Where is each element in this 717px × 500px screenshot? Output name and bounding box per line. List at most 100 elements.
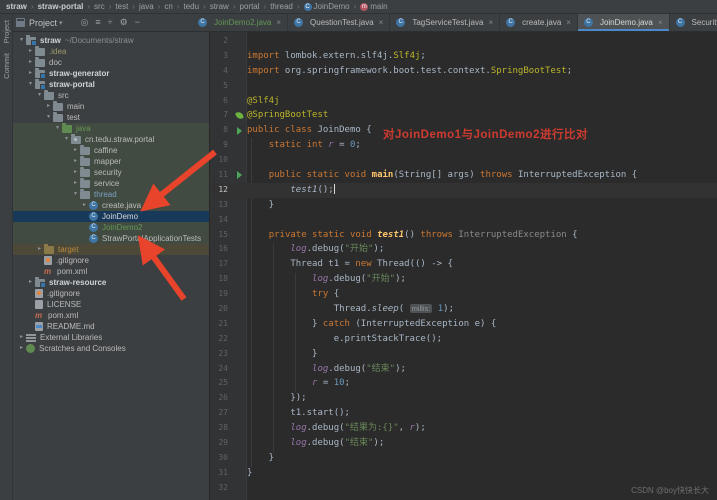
chevron-expanded-icon[interactable]: ▾ xyxy=(26,79,35,90)
chevron-collapsed-icon[interactable]: ▸ xyxy=(71,156,80,167)
chevron-collapsed-icon[interactable]: ▸ xyxy=(26,68,35,79)
code-line-16[interactable]: 16 log.debug("开始"); xyxy=(210,242,717,257)
tree-item-straw-resource[interactable]: ▸straw-resource xyxy=(13,277,209,288)
code-line-18[interactable]: 18 log.debug("开始"); xyxy=(210,272,717,287)
chevron-expanded-icon[interactable]: ▾ xyxy=(71,189,80,200)
close-icon[interactable]: × xyxy=(566,18,571,27)
chevron-collapsed-icon[interactable]: ▸ xyxy=(26,46,35,57)
chevron-expanded-icon[interactable]: ▾ xyxy=(44,112,53,123)
chevron-collapsed-icon[interactable]: ▸ xyxy=(71,167,80,178)
close-icon[interactable]: × xyxy=(658,18,663,27)
code-line-22[interactable]: 22 e.printStackTrace(); xyxy=(210,332,717,347)
chevron-expanded-icon[interactable]: ▾ xyxy=(17,35,26,46)
tree-item-mapper[interactable]: ▸mapper xyxy=(13,156,209,167)
run-triangle-icon[interactable] xyxy=(237,171,242,179)
breadcrumb-item-portal[interactable]: portal xyxy=(240,2,260,11)
code-line-26[interactable]: 26 }); xyxy=(210,391,717,406)
code-line-30[interactable]: 30 } xyxy=(210,451,717,466)
code-line-23[interactable]: 23 } xyxy=(210,347,717,362)
code-line-24[interactable]: 24 log.debug("结束"); xyxy=(210,362,717,377)
code-line-11[interactable]: 11 public static void main(String[] args… xyxy=(210,168,717,183)
tree-item-doc[interactable]: ▸doc xyxy=(13,57,209,68)
chevron-down-icon[interactable]: ▾ xyxy=(59,19,63,27)
expand-all-icon[interactable]: ≡ xyxy=(95,17,100,28)
close-icon[interactable]: × xyxy=(488,18,493,27)
breadcrumb-item-src[interactable]: src xyxy=(94,2,105,11)
code-line-13[interactable]: 13 } xyxy=(210,198,717,213)
tree-item-cn.tedu.straw.portal[interactable]: ▾cn.tedu.straw.portal xyxy=(13,134,209,145)
tree-item-JoinDemo2[interactable]: JoinDemo2 xyxy=(13,222,209,233)
chevron-collapsed-icon[interactable]: ▸ xyxy=(80,200,89,211)
breadcrumb-item-straw[interactable]: straw xyxy=(6,2,27,11)
tree-item-JoinDemo[interactable]: JoinDemo xyxy=(13,211,209,222)
run-icon[interactable] xyxy=(232,123,247,138)
code-line-10[interactable]: 10 xyxy=(210,153,717,168)
breadcrumb-item-test[interactable]: test xyxy=(115,2,128,11)
chevron-collapsed-icon[interactable]: ▸ xyxy=(35,244,44,255)
code-line-19[interactable]: 19 try { xyxy=(210,287,717,302)
tab-JoinDemo.java[interactable]: JoinDemo.java× xyxy=(578,14,670,31)
tree-item-LICENSE[interactable]: LICENSE xyxy=(13,299,209,310)
hide-icon[interactable]: − xyxy=(135,17,140,28)
tab-QuestionTest.java[interactable]: QuestionTest.java× xyxy=(288,14,390,31)
code-line-20[interactable]: 20 Thread.sleep( millis: 1); xyxy=(210,302,717,317)
tree-item-README.md[interactable]: README.md xyxy=(13,321,209,332)
code-line-25[interactable]: 25 r = 10; xyxy=(210,376,717,391)
code-line-12[interactable]: 12 test1(); xyxy=(210,183,717,198)
code-line-15[interactable]: 15 private static void test1() throws In… xyxy=(210,228,717,243)
tree-item-ScratchesandConsoles[interactable]: ▸Scratches and Consoles xyxy=(13,343,209,354)
code-editor[interactable]: 23import lombok.extern.slf4j.Slf4j;4impo… xyxy=(210,32,717,500)
code-line-3[interactable]: 3import lombok.extern.slf4j.Slf4j; xyxy=(210,49,717,64)
breadcrumb-item-java[interactable]: java xyxy=(139,2,154,11)
code-line-6[interactable]: 6@Slf4j xyxy=(210,94,717,109)
chevron-collapsed-icon[interactable]: ▸ xyxy=(71,178,80,189)
tree-item-ExternalLibraries[interactable]: ▸External Libraries xyxy=(13,332,209,343)
tree-item-StrawPortalApplicationTests[interactable]: StrawPortalApplicationTests xyxy=(13,233,209,244)
tree-item-service[interactable]: ▸service xyxy=(13,178,209,189)
tree-item-straw-generator[interactable]: ▸straw-generator xyxy=(13,68,209,79)
tree-item-straw[interactable]: ▾straw~/Documents/straw xyxy=(13,35,209,46)
project-tool-title[interactable]: Project xyxy=(29,18,57,28)
tab-TagServiceTest.java[interactable]: TagServiceTest.java× xyxy=(390,14,500,31)
breadcrumb-item-tedu[interactable]: tedu xyxy=(183,2,199,11)
code-line-17[interactable]: 17 Thread t1 = new Thread(() -> { xyxy=(210,257,717,272)
close-icon[interactable]: × xyxy=(276,18,281,27)
code-line-7[interactable]: 7@SpringBootTest xyxy=(210,108,717,123)
breadcrumb-item-main[interactable]: mmain xyxy=(360,2,387,11)
tree-item-thread[interactable]: ▾thread xyxy=(13,189,209,200)
breadcrumb-item-straw-portal[interactable]: straw-portal xyxy=(38,2,84,11)
tree-item-create.java[interactable]: ▸create.java xyxy=(13,200,209,211)
breadcrumb-item-cn[interactable]: cn xyxy=(164,2,172,11)
chevron-collapsed-icon[interactable]: ▸ xyxy=(26,277,35,288)
code-line-29[interactable]: 29 log.debug("结束"); xyxy=(210,436,717,451)
code-line-31[interactable]: 31} xyxy=(210,466,717,481)
chevron-collapsed-icon[interactable]: ▸ xyxy=(26,57,35,68)
tool-stripe-project[interactable]: Project xyxy=(2,20,11,43)
tree-item-caffine[interactable]: ▸caffine xyxy=(13,145,209,156)
tree-item-straw-portal[interactable]: ▾straw-portal xyxy=(13,79,209,90)
tree-item-test[interactable]: ▾test xyxy=(13,112,209,123)
tree-item-src[interactable]: ▾src xyxy=(13,90,209,101)
code-line-4[interactable]: 4import org.springframework.boot.test.co… xyxy=(210,64,717,79)
chevron-expanded-icon[interactable]: ▾ xyxy=(53,123,62,134)
run-icon[interactable] xyxy=(232,168,247,183)
tab-create.java[interactable]: create.java× xyxy=(500,14,578,31)
code-line-2[interactable]: 2 xyxy=(210,34,717,49)
tree-item-java[interactable]: ▾java xyxy=(13,123,209,134)
tool-stripe-commit[interactable]: Commit xyxy=(2,53,11,79)
tree-item-.gitignore[interactable]: .gitignore xyxy=(13,255,209,266)
chevron-expanded-icon[interactable]: ▾ xyxy=(62,134,71,145)
chevron-collapsed-icon[interactable]: ▸ xyxy=(71,145,80,156)
code-line-5[interactable]: 5 xyxy=(210,79,717,94)
run-triangle-icon[interactable] xyxy=(237,127,242,135)
chevron-collapsed-icon[interactable]: ▸ xyxy=(17,332,26,343)
chevron-collapsed-icon[interactable]: ▸ xyxy=(17,343,26,354)
code-line-27[interactable]: 27 t1.start(); xyxy=(210,406,717,421)
breadcrumb-item-JoinDemo[interactable]: CJoinDemo xyxy=(304,2,350,11)
breadcrumb-item-straw[interactable]: straw xyxy=(210,2,229,11)
locate-icon[interactable]: ◎ xyxy=(81,17,89,28)
tab-JoinDemo2.java[interactable]: JoinDemo2.java× xyxy=(192,14,288,31)
code-line-14[interactable]: 14 xyxy=(210,213,717,228)
collapse-all-icon[interactable]: ÷ xyxy=(108,17,113,28)
settings-icon[interactable]: ⚙ xyxy=(120,17,128,28)
